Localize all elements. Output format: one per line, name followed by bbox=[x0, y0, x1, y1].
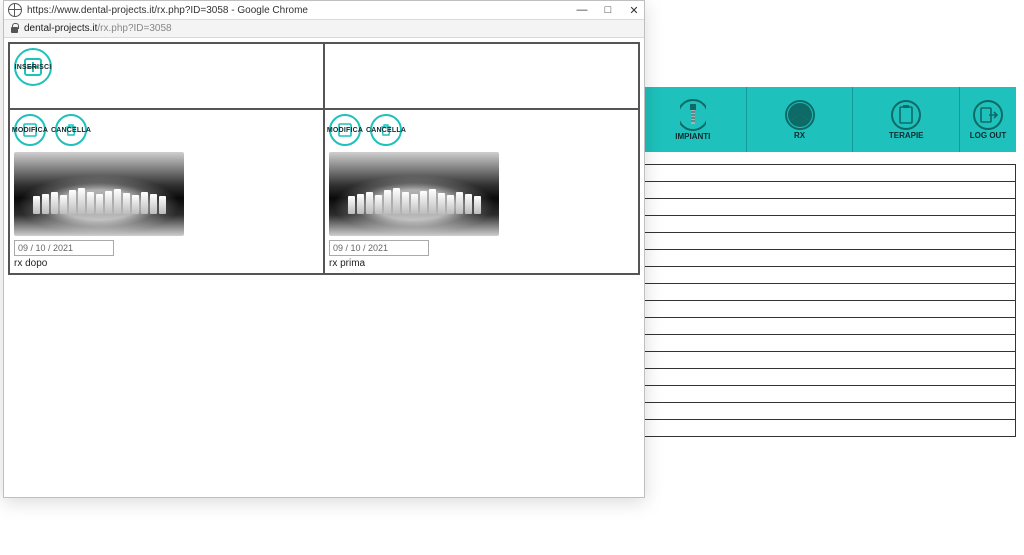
table-row[interactable] bbox=[640, 233, 1016, 250]
caption: rx prima bbox=[329, 258, 634, 269]
url-path: /rx.php?ID=3058 bbox=[97, 23, 171, 34]
rx-panel-prima: MODIFICA CANCELLA rx prima bbox=[324, 109, 639, 274]
table-row[interactable] bbox=[640, 267, 1016, 284]
modifica-label: MODIFICA bbox=[12, 127, 48, 134]
globe-icon bbox=[8, 3, 22, 17]
url-host: dental-projects.it bbox=[24, 23, 97, 34]
viewer-area bbox=[8, 275, 640, 491]
cancella-button[interactable]: CANCELLA bbox=[55, 114, 87, 146]
data-table bbox=[640, 164, 1016, 437]
table-row[interactable] bbox=[640, 182, 1016, 199]
titlebar: https://www.dental-projects.it/rx.php?ID… bbox=[4, 1, 644, 20]
nav-label: RX bbox=[794, 131, 805, 140]
table-row[interactable] bbox=[640, 301, 1016, 318]
nav-label: TERAPIE bbox=[889, 131, 924, 140]
lock-icon bbox=[10, 23, 19, 34]
table-row[interactable] bbox=[640, 199, 1016, 216]
table-row[interactable] bbox=[640, 403, 1016, 420]
inserisci-label: INSERISCI bbox=[15, 64, 52, 71]
xray-image[interactable] bbox=[329, 152, 499, 236]
table-row[interactable] bbox=[640, 250, 1016, 267]
nav-terapie[interactable]: TERAPIE bbox=[853, 87, 960, 152]
empty-cell bbox=[324, 43, 639, 109]
inserisci-button[interactable]: INSERISCI bbox=[14, 48, 52, 86]
window-title: https://www.dental-projects.it/rx.php?ID… bbox=[27, 5, 576, 16]
modifica-button[interactable]: MODIFICA bbox=[329, 114, 361, 146]
maximize-button[interactable]: □ bbox=[602, 4, 614, 16]
cancella-label: CANCELLA bbox=[366, 127, 406, 134]
nav-label: IMPIANTI bbox=[675, 132, 710, 141]
radiation-icon bbox=[784, 99, 816, 131]
date-input[interactable] bbox=[14, 240, 114, 256]
popup-window: https://www.dental-projects.it/rx.php?ID… bbox=[3, 0, 645, 498]
caption: rx dopo bbox=[14, 258, 319, 269]
nav-impianti[interactable]: IMPIANTI bbox=[640, 87, 747, 152]
minimize-button[interactable]: — bbox=[576, 4, 588, 16]
table-row[interactable] bbox=[640, 386, 1016, 403]
clipboard-icon bbox=[891, 99, 921, 131]
date-input[interactable] bbox=[329, 240, 429, 256]
modifica-label: MODIFICA bbox=[327, 127, 363, 134]
modifica-button[interactable]: MODIFICA bbox=[14, 114, 46, 146]
table-row[interactable] bbox=[640, 216, 1016, 233]
rx-panel-dopo: MODIFICA CANCELLA rx dopo bbox=[9, 109, 324, 274]
table-row[interactable] bbox=[640, 420, 1016, 437]
table-row[interactable] bbox=[640, 164, 1016, 182]
table-row[interactable] bbox=[640, 318, 1016, 335]
close-button[interactable]: ✕ bbox=[628, 4, 640, 16]
address-bar[interactable]: dental-projects.it/rx.php?ID=3058 bbox=[4, 20, 644, 38]
logout-icon bbox=[973, 99, 1003, 131]
table-row[interactable] bbox=[640, 284, 1016, 301]
nav-logout[interactable]: LOG OUT bbox=[960, 87, 1016, 152]
table-row[interactable] bbox=[640, 335, 1016, 352]
insert-cell: INSERISCI bbox=[9, 43, 324, 109]
nav-label: LOG OUT bbox=[970, 131, 1006, 140]
cancella-label: CANCELLA bbox=[51, 127, 91, 134]
table-row[interactable] bbox=[640, 369, 1016, 386]
main-nav: IMPIANTI RX TERAPIE LOG OUT bbox=[640, 87, 1016, 152]
nav-rx[interactable]: RX bbox=[747, 87, 854, 152]
cancella-button[interactable]: CANCELLA bbox=[370, 114, 402, 146]
xray-image[interactable] bbox=[14, 152, 184, 236]
table-row[interactable] bbox=[640, 352, 1016, 369]
implant-icon bbox=[680, 98, 706, 132]
